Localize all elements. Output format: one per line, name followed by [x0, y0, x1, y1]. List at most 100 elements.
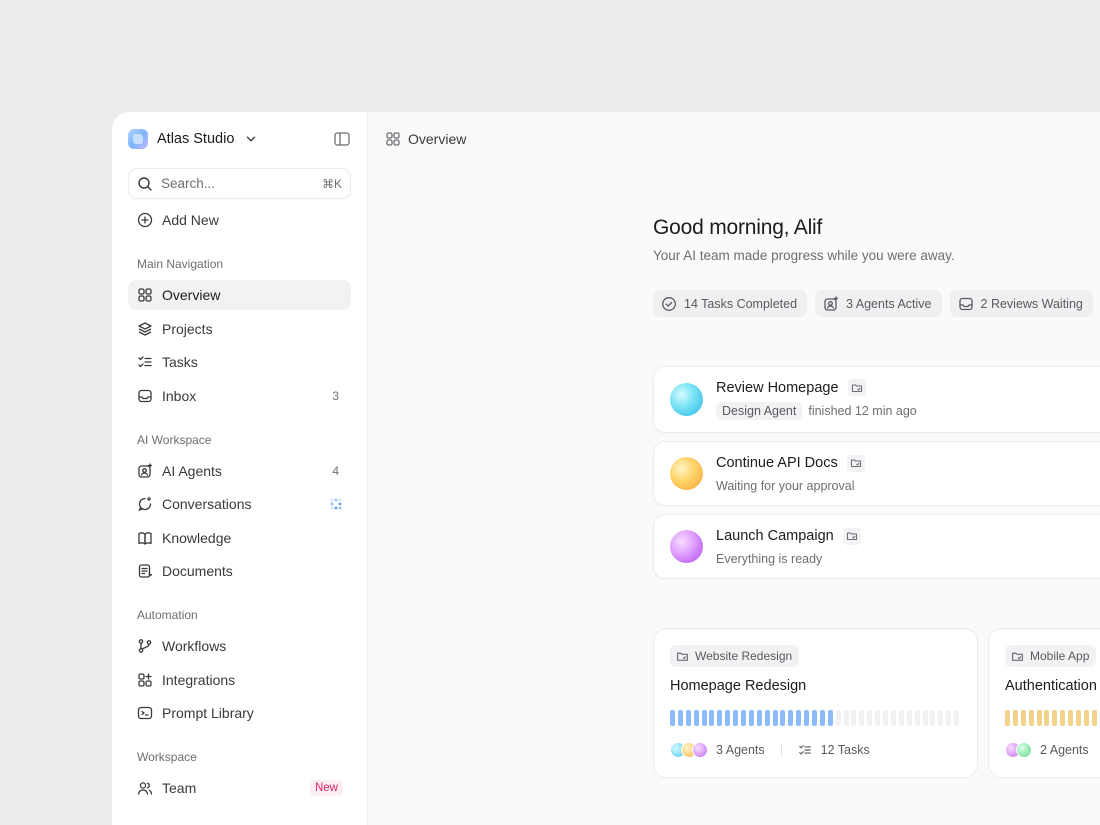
progress-segment-filled [1091, 709, 1097, 726]
progress-segment-empty [946, 709, 952, 726]
section-main-navigation: Main Navigation [137, 257, 224, 271]
agent-sparkle-icon [138, 462, 153, 478]
search-input[interactable]: Search... ⌘K [128, 168, 351, 199]
sidebar-item-label: Knowledge [162, 529, 232, 546]
task-list: Review Homepage Design Agent finished 12… [653, 366, 1100, 587]
section-workspace: Workspace [137, 750, 197, 764]
sidebar-item-workflows[interactable]: Workflows [128, 631, 351, 661]
progress-segment-empty [914, 709, 920, 726]
progress-segment-empty [883, 709, 889, 726]
ai-agents-count-badge: 4 [332, 463, 339, 478]
plus-circle-icon [137, 212, 153, 228]
terminal-icon [137, 706, 153, 720]
chip-tasks-completed[interactable]: 14 Tasks Completed [653, 290, 808, 317]
sidebar-item-label: Projects [162, 320, 213, 337]
progress-bars [670, 709, 961, 726]
progress-segment-empty [875, 709, 881, 726]
progress-segment-filled [756, 709, 762, 726]
sidebar-item-label: Team [162, 780, 197, 796]
task-title: Continue API Docs [716, 455, 838, 471]
inbox-icon [138, 389, 152, 402]
git-branch-icon [138, 639, 152, 653]
agent-name-pill: Design Agent [716, 402, 803, 420]
sidebar-item-team[interactable]: Team New [128, 773, 351, 803]
progress-segment-filled [709, 709, 715, 726]
progress-segment-filled [1044, 709, 1050, 726]
add-new-button[interactable]: Add New [128, 205, 351, 235]
progress-segment-empty [930, 709, 936, 726]
project-folder-icon [1012, 652, 1023, 661]
progress-segment-filled [1005, 709, 1010, 726]
task-card-continue-api-docs[interactable]: Continue API Docs Waiting for your appro… [653, 441, 1100, 506]
progress-segment-empty [906, 709, 912, 726]
project-tag-label: Mobile App [1030, 649, 1090, 663]
project-cards: Website Redesign Homepage Redesign 3 Age… [653, 628, 1100, 778]
agent-orb-avatar [670, 457, 703, 490]
main-content: Overview Good morning, Alif Your AI team… [368, 112, 1100, 825]
layers-icon [138, 321, 152, 336]
integrations-icon [138, 672, 152, 687]
sidebar-item-conversations[interactable]: Conversations [128, 489, 351, 519]
workspace-switcher[interactable]: Atlas Studio [128, 128, 351, 150]
task-status: finished 12 min ago [808, 404, 917, 418]
progress-segment-filled [827, 709, 833, 726]
app-window: Atlas Studio Search... ⌘K Add New Main N… [112, 112, 1100, 825]
progress-segment-filled [748, 709, 754, 726]
task-status: Waiting for your approval [716, 478, 855, 493]
document-icon [138, 564, 153, 578]
task-status: Everything is ready [716, 551, 823, 566]
progress-segment-empty [922, 709, 928, 726]
sidebar-toggle-icon[interactable] [333, 130, 351, 148]
progress-segment-empty [843, 709, 849, 726]
grid-icon [138, 288, 152, 302]
task-card-launch-campaign[interactable]: Launch Campaign Everything is ready [653, 514, 1100, 579]
progress-segment-filled [788, 709, 794, 726]
progress-segment-filled [804, 709, 810, 726]
chip-label: 3 Agents Active [846, 296, 932, 311]
page-title: Good morning, Alif [653, 216, 823, 239]
page-subtitle: Your AI team made progress while you wer… [653, 248, 955, 263]
project-tag: Mobile App [1005, 645, 1097, 667]
sidebar-item-prompt-library[interactable]: Prompt Library [128, 698, 351, 728]
agent-avatar [1016, 741, 1032, 758]
sidebar-item-overview[interactable]: Overview [128, 280, 351, 310]
progress-segment-filled [1012, 709, 1018, 726]
agent-avatars [1005, 741, 1032, 758]
progress-segment-empty [867, 709, 873, 726]
project-card-homepage-redesign[interactable]: Website Redesign Homepage Redesign 3 Age… [653, 628, 978, 778]
sidebar-item-integrations[interactable]: Integrations [128, 665, 351, 695]
sidebar-item-inbox[interactable]: Inbox 3 [128, 381, 351, 411]
progress-segment-empty [938, 709, 944, 726]
search-placeholder: Search... [161, 176, 216, 191]
progress-segment-filled [819, 709, 825, 726]
progress-segment-filled [764, 709, 770, 726]
add-new-label: Add New [162, 212, 219, 228]
project-card-authentication-system[interactable]: Mobile App Authentication System 2 Agent… [988, 628, 1100, 778]
progress-segment-filled [1020, 709, 1026, 726]
task-card-review-homepage[interactable]: Review Homepage Design Agent finished 12… [653, 366, 1100, 433]
chip-agents-active[interactable]: 3 Agents Active [815, 290, 942, 317]
sidebar-item-tasks[interactable]: Tasks [128, 347, 351, 377]
project-title: Authentication System [1005, 677, 1100, 694]
agent-orb-avatar [670, 530, 703, 563]
project-tag: Website Redesign [670, 645, 800, 667]
inbox-icon [958, 297, 973, 310]
project-folder-icon [847, 379, 866, 396]
sidebar-item-ai-agents[interactable]: AI Agents 4 [128, 456, 351, 486]
sidebar-item-projects[interactable]: Projects [128, 314, 351, 344]
progress-bars [1005, 709, 1100, 726]
breadcrumb: Overview [368, 112, 1100, 166]
progress-segment-filled [685, 709, 691, 726]
progress-segment-filled [670, 709, 675, 726]
sidebar-item-documents[interactable]: Documents [128, 556, 351, 586]
agent-orb-avatar [670, 383, 703, 416]
sidebar-item-label: Conversations [162, 496, 252, 512]
breadcrumb-current: Overview [408, 131, 467, 147]
project-folder-icon [677, 652, 688, 661]
chip-reviews-waiting[interactable]: 2 Reviews Waiting [949, 290, 1093, 317]
progress-segment-empty [851, 709, 857, 726]
progress-segment-filled [677, 709, 683, 726]
progress-segment-filled [1052, 709, 1058, 726]
chevron-down-icon [247, 136, 256, 142]
sidebar-item-knowledge[interactable]: Knowledge [128, 523, 351, 553]
